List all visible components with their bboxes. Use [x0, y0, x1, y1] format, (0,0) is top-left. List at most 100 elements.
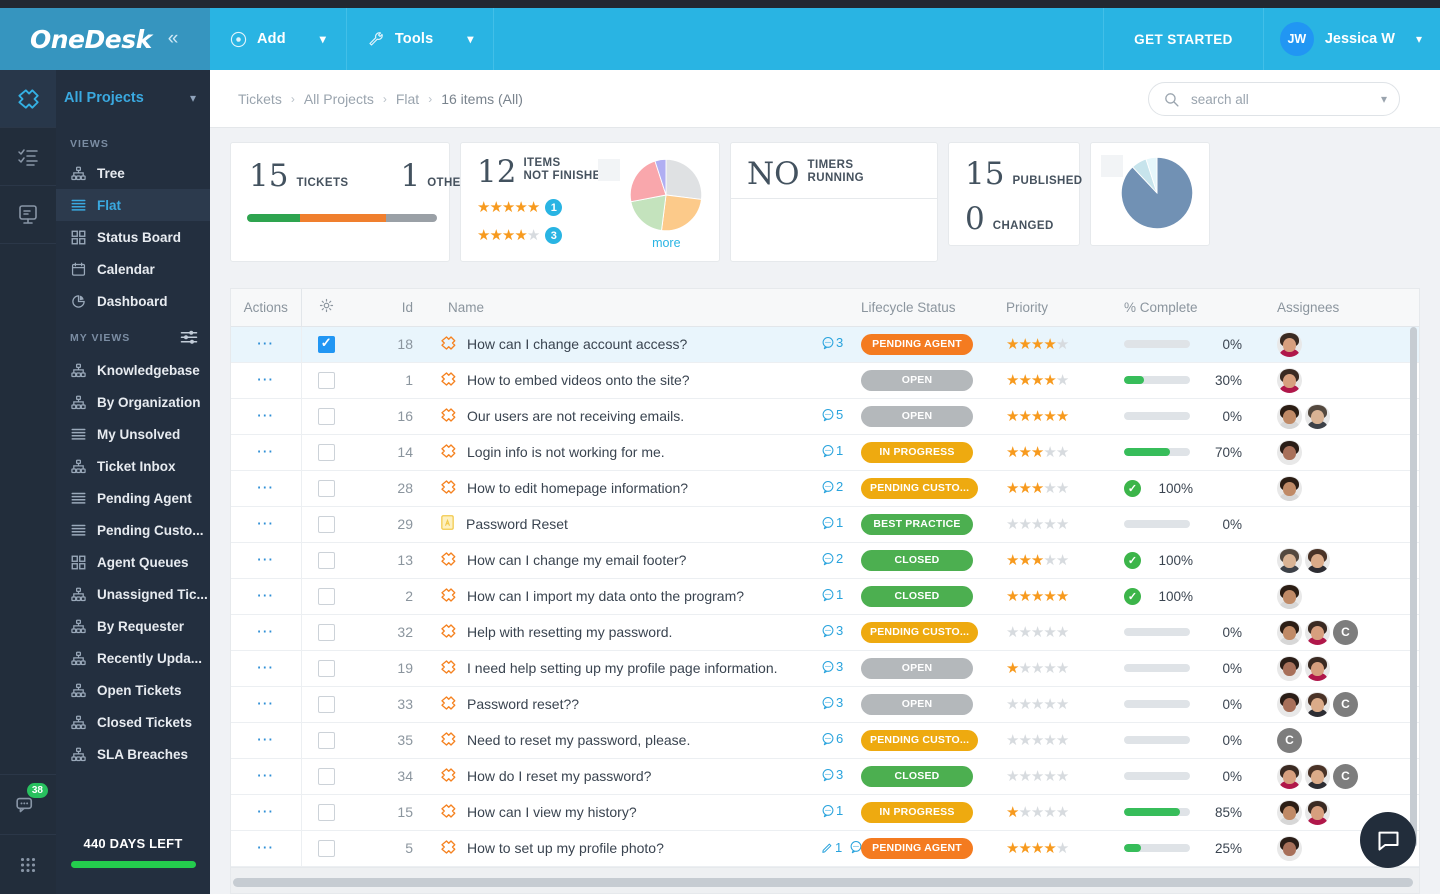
table-row[interactable]: ⋯ 2 How can I import my data onto the pr…: [231, 578, 1419, 614]
collapse-sidebar-icon[interactable]: «: [168, 28, 179, 50]
avatar[interactable]: [1277, 547, 1302, 573]
avatar[interactable]: [1305, 691, 1330, 717]
row-name[interactable]: How to set up my profile photo?: [467, 840, 664, 856]
status-badge[interactable]: CLOSED: [861, 765, 973, 787]
status-badge[interactable]: PENDING CUSTO...: [861, 477, 979, 499]
conversation-count[interactable]: 3: [821, 623, 843, 638]
row-priority-cell[interactable]: ★ ★ ★ ★ ★: [1006, 542, 1124, 578]
avatar-customer[interactable]: C: [1277, 727, 1302, 753]
chevron-down-icon[interactable]: ▾: [1381, 92, 1387, 106]
row-select-cell[interactable]: [300, 470, 351, 506]
sidebar-item-recently-upda[interactable]: Recently Upda...: [56, 642, 210, 674]
breadcrumb-item-1[interactable]: All Projects: [304, 91, 374, 107]
table-row[interactable]: ⋯ 35 Need to reset my password, please. …: [231, 722, 1419, 758]
more-link[interactable]: more: [652, 236, 680, 250]
row-name[interactable]: I need help setting up my profile page i…: [467, 660, 778, 676]
row-name[interactable]: Password Reset: [466, 516, 568, 532]
avatar[interactable]: [1277, 439, 1302, 465]
chevron-down-icon[interactable]: ▾: [190, 91, 196, 105]
row-priority-cell[interactable]: ★ ★ ★ ★ ★: [1006, 470, 1124, 506]
row-name-cell[interactable]: How can I change my email footer?: [421, 542, 821, 578]
avatar[interactable]: [1277, 331, 1302, 357]
row-actions-button[interactable]: ⋯: [231, 434, 301, 470]
conversation-count[interactable]: 1: [821, 803, 843, 818]
status-badge[interactable]: OPEN: [861, 693, 973, 715]
row-select-cell[interactable]: [300, 686, 351, 722]
avatar[interactable]: [1277, 403, 1302, 429]
conversation-count[interactable]: 2: [821, 479, 843, 494]
row-name[interactable]: How can I change account access?: [467, 336, 687, 352]
row-name-cell[interactable]: How can I import my data onto the progra…: [421, 578, 821, 614]
row-priority-cell[interactable]: ★ ★ ★ ★ ★: [1006, 830, 1124, 866]
table-row[interactable]: ⋯ 32 Help with resetting my password. 3 …: [231, 614, 1419, 650]
table-row[interactable]: ⋯ 14 Login info is not working for me. 1…: [231, 434, 1419, 470]
column-select-gear[interactable]: [300, 289, 351, 327]
row-name-cell[interactable]: Our users are not receiving emails.: [421, 398, 821, 434]
column-name[interactable]: Name: [421, 289, 821, 327]
avatar[interactable]: [1305, 547, 1330, 573]
row-priority-cell[interactable]: ★ ★ ★ ★ ★: [1006, 758, 1124, 794]
row-priority-cell[interactable]: ★ ★ ★ ★ ★: [1006, 578, 1124, 614]
rail-item-tickets[interactable]: [0, 70, 56, 128]
avatar[interactable]: [1305, 763, 1330, 789]
avatar[interactable]: [1277, 583, 1302, 609]
row-name-cell[interactable]: How can I change account access?: [421, 326, 821, 362]
sidebar-item-sla-breaches[interactable]: SLA Breaches: [56, 738, 210, 770]
avatar[interactable]: [1305, 799, 1330, 825]
status-badge[interactable]: BEST PRACTICE: [861, 513, 973, 535]
chat-widget-button[interactable]: [1360, 812, 1416, 868]
row-priority-cell[interactable]: ★ ★ ★ ★ ★: [1006, 434, 1124, 470]
row-priority-cell[interactable]: ★ ★ ★ ★ ★: [1006, 506, 1124, 542]
row-select-cell[interactable]: [300, 794, 351, 830]
row-name[interactable]: Our users are not receiving emails.: [467, 408, 684, 424]
avatar[interactable]: [1277, 367, 1302, 393]
rail-item-tasks[interactable]: [0, 128, 56, 186]
row-priority-cell[interactable]: ★ ★ ★ ★ ★: [1006, 398, 1124, 434]
status-badge[interactable]: IN PROGRESS: [861, 801, 973, 823]
row-name-cell[interactable]: Password reset??: [421, 686, 821, 722]
search-input[interactable]: search all ▾: [1148, 82, 1400, 116]
row-name[interactable]: Login info is not working for me.: [467, 444, 665, 460]
row-checkbox[interactable]: [317, 623, 335, 641]
row-name[interactable]: How can I change my email footer?: [467, 552, 686, 568]
status-badge[interactable]: OPEN: [861, 369, 973, 391]
table-row[interactable]: ⋯ 29 Password Reset 1 BEST PRACTICE ★ ★ ★ ★…: [231, 506, 1419, 542]
sidebar-item-by-requester[interactable]: By Requester: [56, 610, 210, 642]
row-name[interactable]: Password reset??: [467, 696, 579, 712]
row-actions-button[interactable]: ⋯: [231, 326, 301, 362]
rail-item-apps[interactable]: [0, 834, 56, 894]
row-select-cell[interactable]: [300, 830, 351, 866]
row-checkbox[interactable]: [317, 551, 335, 569]
row-select-cell[interactable]: [300, 650, 351, 686]
row-select-cell[interactable]: [300, 722, 351, 758]
column-lifecycle-status[interactable]: Lifecycle Status: [861, 289, 1006, 327]
column-actions[interactable]: Actions: [231, 289, 301, 327]
status-badge[interactable]: PENDING CUSTO...: [861, 729, 979, 751]
chevron-down-icon[interactable]: ▾: [320, 32, 326, 46]
row-select-cell[interactable]: [300, 614, 351, 650]
row-name[interactable]: How can I import my data onto the progra…: [467, 588, 744, 604]
row-checkbox[interactable]: [317, 587, 335, 605]
rating-row-0[interactable]: ★ ★ ★ ★ ★ 1: [477, 199, 614, 216]
conversation-count[interactable]: 3: [821, 767, 843, 782]
status-badge[interactable]: CLOSED: [861, 585, 973, 607]
row-checkbox[interactable]: [317, 695, 335, 713]
row-priority-cell[interactable]: ★ ★ ★ ★ ★: [1006, 650, 1124, 686]
table-row[interactable]: ⋯ 28 How to edit homepage information? 2…: [231, 470, 1419, 506]
status-badge[interactable]: PENDING CUSTO...: [861, 621, 979, 643]
attachment-count[interactable]: 1: [821, 840, 842, 855]
row-select-cell[interactable]: [300, 398, 351, 434]
sidebar-item-agent-queues[interactable]: Agent Queues: [56, 546, 210, 578]
sidebar-item-my-unsolved[interactable]: My Unsolved: [56, 418, 210, 450]
row-select-cell[interactable]: [300, 434, 351, 470]
table-horizontal-scrollbar[interactable]: [233, 878, 1413, 887]
row-select-cell[interactable]: [300, 506, 351, 542]
column-percent-complete[interactable]: % Complete: [1124, 289, 1269, 327]
row-name-cell[interactable]: Password Reset: [421, 506, 821, 542]
row-checkbox[interactable]: [317, 803, 335, 821]
column-assignees[interactable]: Assignees: [1269, 289, 1419, 327]
row-name[interactable]: How can I view my history?: [467, 804, 637, 820]
row-name[interactable]: How to embed videos onto the site?: [467, 372, 690, 388]
row-checkbox[interactable]: [317, 443, 335, 461]
sidebar-item-by-organization[interactable]: By Organization: [56, 386, 210, 418]
